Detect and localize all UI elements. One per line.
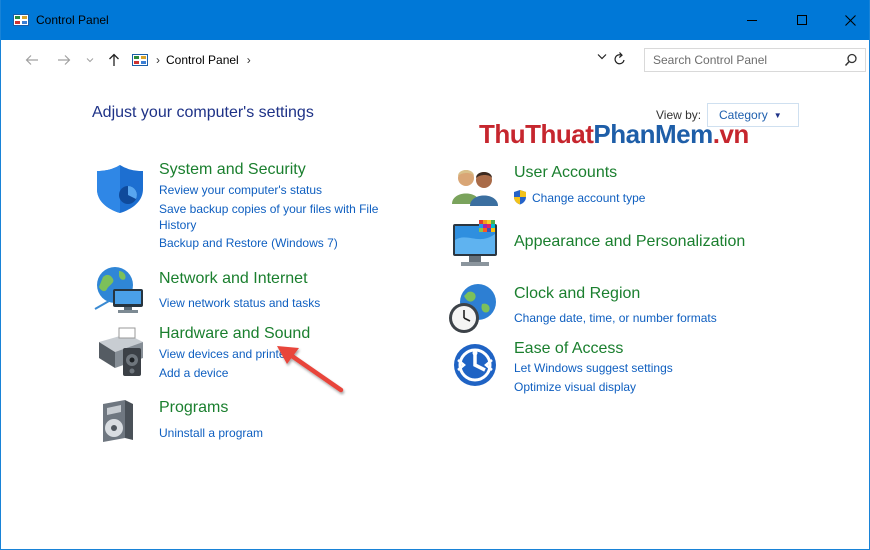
close-button[interactable]	[827, 0, 870, 40]
recent-chevron-icon	[86, 58, 94, 63]
link-change-account-type[interactable]: Change account type	[532, 190, 645, 207]
breadcrumb-separator[interactable]: ›	[247, 53, 251, 67]
breadcrumb-control-panel[interactable]: Control Panel	[166, 53, 239, 67]
watermark-logo: ThuThuatPhanMem.vn	[479, 121, 749, 147]
back-arrow-icon	[25, 55, 38, 65]
globe-network-icon[interactable]	[93, 263, 149, 317]
printer-icon[interactable]	[93, 324, 147, 380]
category-title-clock-region[interactable]: Clock and Region	[514, 285, 640, 303]
up-button[interactable]	[104, 50, 124, 70]
recent-locations-button[interactable]	[83, 50, 97, 70]
category-title-ease-of-access[interactable]: Ease of Access	[514, 340, 623, 358]
shield-icon[interactable]	[94, 163, 146, 215]
control-panel-icon	[13, 14, 29, 26]
category-title-system-security[interactable]: System and Security	[159, 161, 306, 179]
category-title-appearance[interactable]: Appearance and Personalization	[514, 233, 745, 251]
search-input[interactable]	[653, 52, 833, 68]
control-panel-window: Control Panel › Control Panel › Search C…	[0, 0, 870, 550]
link-windows-suggest[interactable]: Let Windows suggest settings	[514, 360, 673, 377]
chevron-down-icon[interactable]	[597, 53, 607, 60]
link-uninstall-program[interactable]: Uninstall a program	[159, 425, 263, 442]
ease-of-access-icon[interactable]	[452, 342, 498, 388]
link-save-backup[interactable]: Save backup copies of your files with Fi…	[159, 201, 378, 218]
annotation-arrow	[277, 346, 344, 393]
monitor-icon[interactable]	[451, 218, 501, 272]
title-bar[interactable]: Control Panel	[1, 0, 869, 40]
watermark-part: PhanMem	[593, 119, 713, 149]
category-title-programs[interactable]: Programs	[159, 399, 228, 417]
link-backup-restore[interactable]: Backup and Restore (Windows 7)	[159, 235, 338, 252]
page-title: Adjust your computer's settings	[92, 104, 314, 121]
link-add-device[interactable]: Add a device	[159, 365, 228, 382]
maximize-button[interactable]	[779, 0, 825, 40]
control-panel-icon	[132, 54, 148, 66]
link-network-status[interactable]: View network status and tasks	[159, 295, 320, 312]
link-file-history[interactable]: History	[159, 217, 196, 234]
uac-shield-icon	[514, 190, 526, 205]
watermark-part: ThuThuat	[479, 119, 594, 149]
address-field[interactable]: › Control Panel ›	[129, 48, 635, 72]
users-icon[interactable]	[450, 164, 502, 208]
refresh-icon[interactable]	[613, 51, 627, 67]
search-icon[interactable]	[844, 53, 858, 67]
back-button[interactable]	[21, 50, 43, 70]
caret-down-icon: ▼	[773, 110, 782, 120]
clock-globe-icon[interactable]	[446, 282, 500, 336]
category-title-network[interactable]: Network and Internet	[159, 270, 308, 288]
close-icon	[844, 14, 856, 26]
window-title: Control Panel	[36, 13, 109, 27]
forward-arrow-icon	[58, 55, 71, 65]
up-arrow-icon	[109, 53, 119, 66]
minimize-icon	[747, 20, 757, 21]
minimize-button[interactable]	[729, 0, 775, 40]
watermark-part: .vn	[712, 119, 750, 149]
link-review-status[interactable]: Review your computer's status	[159, 182, 322, 199]
maximize-icon	[797, 15, 807, 25]
breadcrumb-separator[interactable]: ›	[156, 53, 160, 67]
category-title-user-accounts[interactable]: User Accounts	[514, 164, 617, 182]
link-change-date-time[interactable]: Change date, time, or number formats	[514, 310, 717, 327]
search-box[interactable]	[644, 48, 866, 72]
link-optimize-display[interactable]: Optimize visual display	[514, 379, 636, 396]
programs-icon[interactable]	[97, 398, 137, 444]
forward-button[interactable]	[53, 50, 75, 70]
